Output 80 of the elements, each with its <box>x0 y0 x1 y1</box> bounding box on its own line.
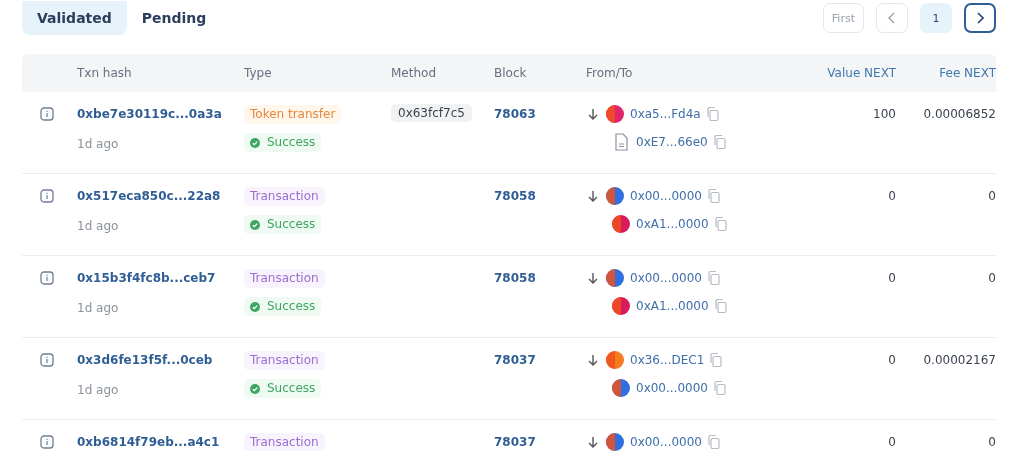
address-link[interactable]: 0x00...0000 <box>630 435 702 449</box>
check-circle-icon <box>250 219 260 230</box>
txn-hash-link[interactable]: 0xbe7e30119c...0a3a <box>77 105 222 123</box>
arrow-down-icon <box>586 271 600 285</box>
age-text: 1d ago <box>77 136 119 153</box>
fee-text: 0.00002167 <box>923 352 996 369</box>
value-text: 0 <box>888 352 896 369</box>
txn-hash-link[interactable]: 0x3d6fe13f5f...0ceb <box>77 351 213 369</box>
info-icon[interactable] <box>40 435 54 449</box>
txn-hash-link[interactable]: 0xb6814f79eb...a4c1 <box>77 433 220 451</box>
info-icon[interactable] <box>40 189 54 203</box>
column-header: Type <box>244 66 272 80</box>
status-text: Success <box>267 217 316 232</box>
copy-icon[interactable] <box>714 299 727 313</box>
address-link[interactable]: 0xA1...0000 <box>636 299 709 313</box>
check-circle-icon <box>250 383 260 394</box>
block-link[interactable]: 78037 <box>494 351 586 369</box>
block-link[interactable]: 78058 <box>494 187 586 205</box>
value-text: 0 <box>888 188 896 205</box>
column-header: Txn hash <box>77 66 132 80</box>
info-icon[interactable] <box>40 107 54 121</box>
arrow-down-icon <box>586 353 600 367</box>
fee-text: 0 <box>988 270 996 287</box>
copy-icon[interactable] <box>708 271 720 285</box>
txn-hash-link[interactable]: 0x517eca850c...22a8 <box>77 187 221 205</box>
info-icon[interactable] <box>40 353 54 367</box>
copy-icon[interactable] <box>714 217 727 231</box>
value-text: 0 <box>888 434 896 451</box>
column-header: From/To <box>586 66 633 80</box>
type-tag: Token transfer <box>244 105 342 124</box>
column-header: Block <box>494 66 527 80</box>
address-link[interactable]: 0x00...0000 <box>630 189 702 203</box>
current-page-button[interactable]: 1 <box>920 3 952 33</box>
address-link[interactable]: 0xa5...Fd4a <box>630 107 701 121</box>
block-link[interactable]: 78063 <box>494 105 586 123</box>
value-text: 0 <box>888 270 896 287</box>
document-icon <box>612 133 630 151</box>
value-text: 100 <box>873 106 896 123</box>
type-tag: Transaction <box>244 351 325 370</box>
address-link[interactable]: 0xE7...66e0 <box>636 135 708 149</box>
info-icon[interactable] <box>40 271 54 285</box>
age-text: 1d ago <box>77 218 119 235</box>
column-header[interactable]: Fee NEXT <box>939 66 996 80</box>
check-circle-icon <box>250 137 260 148</box>
age-text: 1d ago <box>77 300 119 317</box>
copy-icon[interactable] <box>710 353 723 367</box>
tab[interactable]: Validated <box>22 1 127 35</box>
check-circle-icon <box>250 301 260 312</box>
block-link[interactable]: 78058 <box>494 269 586 287</box>
fee-text: 0 <box>988 188 996 205</box>
txn-hash-link[interactable]: 0x15b3f4fc8b...ceb7 <box>77 269 216 287</box>
type-tag: Transaction <box>244 269 325 288</box>
chevron-left-icon <box>888 12 896 24</box>
fee-text: 0 <box>988 434 996 451</box>
type-tag: Transaction <box>244 187 325 206</box>
address-link[interactable]: 0x00...0000 <box>630 271 702 285</box>
fee-text: 0.00006852 <box>923 106 996 123</box>
address-link[interactable]: 0x00...0000 <box>636 381 708 395</box>
address-link[interactable]: 0x36...DEC1 <box>630 353 705 367</box>
copy-icon[interactable] <box>714 381 726 395</box>
block-link[interactable]: 78037 <box>494 433 586 451</box>
arrow-down-icon <box>586 107 600 121</box>
age-text: 1d ago <box>77 382 119 399</box>
type-tag: Transaction <box>244 433 325 451</box>
status-text: Success <box>267 299 316 314</box>
column-header[interactable]: Value NEXT <box>827 66 896 80</box>
copy-icon[interactable] <box>713 135 726 149</box>
copy-icon[interactable] <box>708 435 720 449</box>
arrow-down-icon <box>586 435 600 449</box>
chevron-right-icon <box>976 12 984 24</box>
address-link[interactable]: 0xA1...0000 <box>636 217 709 231</box>
copy-icon[interactable] <box>706 107 719 121</box>
next-page-button[interactable] <box>964 3 996 33</box>
status-text: Success <box>267 135 316 150</box>
method-tag: 0x63fcf7c5 <box>391 104 472 122</box>
column-header: Method <box>391 66 436 80</box>
copy-icon[interactable] <box>708 189 720 203</box>
tab[interactable]: Pending <box>126 1 222 35</box>
status-text: Success <box>267 381 316 396</box>
arrow-down-icon <box>586 189 600 203</box>
